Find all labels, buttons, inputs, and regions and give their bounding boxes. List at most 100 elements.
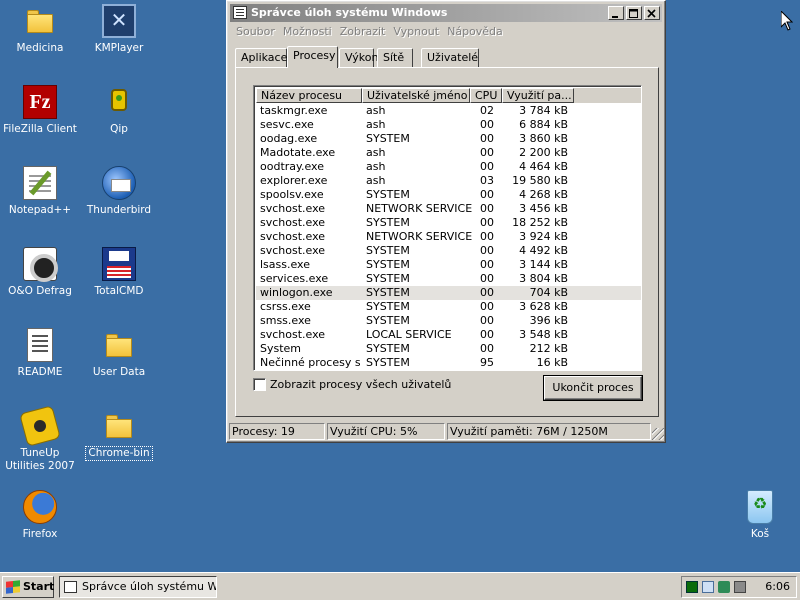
- network-tray-icon[interactable]: [702, 581, 714, 593]
- process-name: System: [260, 342, 302, 355]
- desktop-icon-label: TotalCMD: [94, 285, 144, 297]
- process-row[interactable]: taskmgr.exe ash 02 3 784 kB: [256, 104, 641, 118]
- tuneup-icon: [19, 405, 61, 447]
- desktop-icon-kmplayer[interactable]: ✕ KMPlayer: [79, 4, 159, 55]
- process-row[interactable]: spoolsv.exe SYSTEM 00 4 268 kB: [256, 188, 641, 202]
- desktop-icon-thunderbird[interactable]: Thunderbird: [79, 166, 159, 217]
- menu-vypnout[interactable]: Vypnout: [389, 23, 443, 40]
- close-button[interactable]: [644, 6, 660, 20]
- desktop-icon-label: Medicina: [16, 42, 64, 54]
- volume-tray-icon[interactable]: [734, 581, 746, 593]
- menu-zobrazit[interactable]: Zobrazit: [336, 23, 390, 40]
- show-all-users-checkbox[interactable]: [253, 378, 266, 391]
- process-row[interactable]: smss.exe SYSTEM 00 396 kB: [256, 314, 641, 328]
- maximize-button[interactable]: [626, 6, 642, 20]
- process-row[interactable]: Madotate.exe ash 00 2 200 kB: [256, 146, 641, 160]
- process-user: SYSTEM: [366, 286, 410, 299]
- desktop-icon-label: Koš: [750, 528, 770, 540]
- tab-uzivatele[interactable]: Uživatelé: [421, 48, 479, 67]
- cpu-usage-tray-icon[interactable]: [686, 581, 698, 593]
- process-row[interactable]: Nečinné procesy s... SYSTEM 95 16 kB: [256, 356, 641, 370]
- process-row[interactable]: svchost.exe NETWORK SERVICE 00 3 924 kB: [256, 230, 641, 244]
- process-memory: 2 200 kB: [519, 146, 568, 159]
- desktop-icon-label: O&O Defrag: [8, 285, 72, 297]
- status-processes: Procesy: 19: [229, 423, 325, 440]
- resize-grip-icon[interactable]: [652, 428, 664, 440]
- process-row[interactable]: explorer.exe ash 03 19 580 kB: [256, 174, 641, 188]
- desktop-icon-label: FileZilla Client: [3, 123, 77, 135]
- process-user: ash: [366, 104, 386, 117]
- task-manager-icon: [64, 581, 77, 593]
- desktop-icon-firefox[interactable]: Firefox: [0, 490, 80, 541]
- system-tray: 6:06: [681, 576, 797, 598]
- minimize-button[interactable]: [608, 6, 624, 20]
- process-list[interactable]: Název procesu Uživatelské jméno CPU Využ…: [253, 85, 642, 371]
- process-row[interactable]: oodtray.exe ash 00 4 464 kB: [256, 160, 641, 174]
- desktop-icon-label: User Data: [92, 366, 146, 378]
- process-name: winlogon.exe: [260, 286, 333, 299]
- process-user: SYSTEM: [366, 188, 410, 201]
- windows-logo-icon: [6, 580, 20, 594]
- desktop-icon-label: Chrome-bin: [85, 446, 153, 461]
- process-user: SYSTEM: [366, 132, 410, 145]
- menu-moznosti[interactable]: Možnosti: [279, 23, 336, 40]
- filezilla-icon: Fz: [23, 85, 57, 119]
- process-cpu: 00: [480, 216, 494, 229]
- desktop-icon-notepadpp[interactable]: Notepad++: [0, 166, 80, 217]
- desktop-icon-readme[interactable]: README: [0, 328, 80, 379]
- process-row[interactable]: svchost.exe LOCAL SERVICE 00 3 548 kB: [256, 328, 641, 342]
- desktop-icon-totalcmd[interactable]: TotalCMD: [79, 247, 159, 298]
- taskbar: Start Správce úloh systému Wi... 6:06: [0, 572, 800, 600]
- menu-napoveda[interactable]: Nápověda: [443, 23, 507, 40]
- taskbar-button-task-manager[interactable]: Správce úloh systému Wi...: [59, 576, 217, 598]
- process-row[interactable]: winlogon.exe SYSTEM 00 704 kB: [256, 286, 641, 300]
- process-name: svchost.exe: [260, 202, 326, 215]
- column-header-memory[interactable]: Využití pa...: [502, 88, 574, 103]
- tab-procesy[interactable]: Procesy: [287, 46, 338, 68]
- taskbar-button-label: Správce úloh systému Wi...: [82, 580, 217, 593]
- process-row[interactable]: System SYSTEM 00 212 kB: [256, 342, 641, 356]
- desktop-icon-oo-defrag[interactable]: O&O Defrag: [0, 247, 80, 298]
- process-row[interactable]: svchost.exe SYSTEM 00 18 252 kB: [256, 216, 641, 230]
- clock[interactable]: 6:06: [765, 577, 790, 597]
- desktop-icon-qip[interactable]: Qip: [79, 85, 159, 136]
- desktop-icon-label: KMPlayer: [94, 42, 144, 54]
- desktop-icon-chrome-bin[interactable]: Chrome-bin: [79, 409, 159, 461]
- process-row[interactable]: services.exe SYSTEM 00 3 804 kB: [256, 272, 641, 286]
- process-name: services.exe: [260, 272, 329, 285]
- process-user: NETWORK SERVICE: [366, 202, 473, 215]
- tab-site[interactable]: Sítě: [377, 48, 413, 67]
- process-memory: 3 456 kB: [519, 202, 568, 215]
- totalcmd-icon: [102, 247, 136, 281]
- process-row[interactable]: svchost.exe NETWORK SERVICE 00 3 456 kB: [256, 202, 641, 216]
- menu-bar: Soubor Možnosti Zobrazit Vypnout Nápověda: [232, 23, 507, 41]
- desktop-icon-medicina[interactable]: Medicina: [0, 4, 80, 55]
- column-header-cpu[interactable]: CPU: [470, 88, 502, 103]
- desktop-icon-user-data[interactable]: User Data: [79, 328, 159, 379]
- column-header-name[interactable]: Název procesu: [256, 88, 362, 103]
- end-process-button[interactable]: Ukončit proces: [544, 376, 642, 400]
- menu-soubor[interactable]: Soubor: [232, 23, 279, 40]
- process-row[interactable]: csrss.exe SYSTEM 00 3 628 kB: [256, 300, 641, 314]
- process-row[interactable]: oodag.exe SYSTEM 00 3 860 kB: [256, 132, 641, 146]
- show-all-users-label[interactable]: Zobrazit procesy všech uživatelů: [270, 378, 451, 391]
- desktop-icon-tuneup[interactable]: TuneUp Utilities 2007: [0, 405, 80, 473]
- defrag-tray-icon[interactable]: [718, 581, 730, 593]
- desktop-icon-label: TuneUp Utilities 2007: [5, 447, 75, 472]
- status-memory: Využití paměti: 76M / 1250M: [447, 423, 651, 440]
- tab-vykon[interactable]: Výkon: [339, 48, 378, 67]
- process-row[interactable]: lsass.exe SYSTEM 00 3 144 kB: [256, 258, 641, 272]
- process-memory: 18 252 kB: [512, 216, 568, 229]
- process-row[interactable]: svchost.exe SYSTEM 00 4 492 kB: [256, 244, 641, 258]
- column-header-user[interactable]: Uživatelské jméno: [362, 88, 470, 103]
- desktop-icon-filezilla[interactable]: Fz FileZilla Client: [0, 85, 80, 136]
- processes-panel: Název procesu Uživatelské jméno CPU Využ…: [235, 67, 659, 417]
- task-manager-window[interactable]: Správce úloh systému Windows Soubor Možno…: [226, 0, 666, 443]
- tab-aplikace[interactable]: Aplikace: [235, 48, 287, 67]
- process-name: svchost.exe: [260, 216, 326, 229]
- process-user: SYSTEM: [366, 258, 410, 271]
- process-row[interactable]: sesvc.exe ash 00 6 884 kB: [256, 118, 641, 132]
- desktop-icon-recycle-bin[interactable]: Koš: [720, 490, 800, 541]
- start-button[interactable]: Start: [2, 576, 54, 598]
- title-bar[interactable]: Správce úloh systému Windows: [230, 4, 662, 22]
